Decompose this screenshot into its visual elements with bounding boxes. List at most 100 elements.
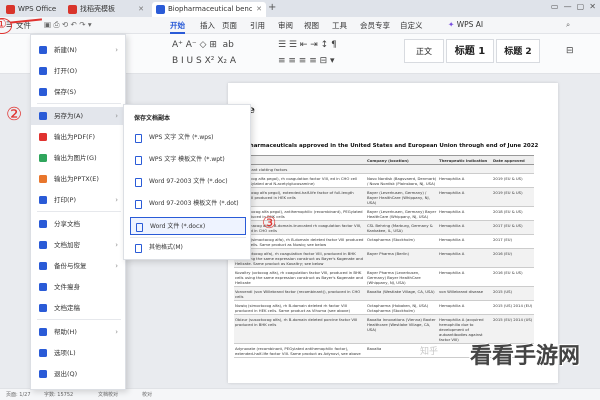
file-menu-item[interactable]: 文档加密 › [31,236,125,254]
table-cell-indication: Hemophilia A [438,187,492,207]
doc-file-icon [136,223,143,232]
file-item-icon [39,283,47,291]
menu-page[interactable]: 页面 [222,20,237,31]
file-item-label: 打印(P) [54,196,76,204]
quick-access-icons[interactable]: ▣ ⎙ ⟲ ↶ ↷ ▾ [44,20,92,30]
menu-review[interactable]: 审阅 [278,20,293,31]
close-icon[interactable]: ✕ [256,2,262,17]
table-cell-product: Vihuma (simoctocog alfa), rh B-domain de… [234,234,366,249]
table-cell-indication: Hemophilia A [438,248,492,268]
table-cell-indication: Hemophilia A [438,173,492,188]
menu-member[interactable]: 会员专享 [360,20,390,31]
table-cell-product: Iblias (octocog alfa), rh coagulation fa… [234,248,366,268]
file-item-label: 打开(O) [54,67,78,75]
save-format-label: Word 文件 (*.docx) [150,223,206,230]
save-format-item[interactable]: Word 97-2003 模板文件 (*.dot) [130,195,246,213]
close-icon[interactable]: ✕ [138,2,144,17]
file-menu-item[interactable]: 输出为图片(G) [31,149,125,167]
tab-wps-office[interactable]: WPS Office [2,2,62,17]
style-expand-icon[interactable]: ⊟ [566,46,574,56]
file-menu-item[interactable]: 文件瘦身 [31,278,125,296]
file-item-icon [39,154,47,162]
style-heading-2[interactable]: 标题 2 [496,39,540,63]
menu-tools[interactable]: 工具 [332,20,347,31]
proofread-button[interactable]: 文档校对 [98,391,118,398]
menu-view[interactable]: 视图 [304,20,319,31]
save-format-item[interactable]: WPS 文字 文件 (*.wps) [130,129,246,147]
new-tab-icon[interactable]: + [268,2,276,13]
section-row: ecombinant clotting factors [234,164,534,174]
table-cell-company: Novo Nordisk (Bagsvaerd, Denmark) / Novo… [366,173,438,188]
writer-doc-icon [156,5,165,14]
file-menu-item[interactable]: 打印(P) › [31,191,125,209]
table-cell-product: (Turoctocog alfa pegol), rh coagulation … [234,173,366,188]
annotation-arrow-2 [36,112,40,114]
table-cell-date: 2015 (US) [492,286,534,301]
font-format-icons[interactable]: A⁺ A⁻ ◇ ⊞ ab [172,40,234,50]
table-cell-product: Obizur (susoctocog alfa), rh B-domain de… [234,314,366,344]
table-row: Iblias (octocog alfa), rh coagulation fa… [234,248,534,268]
style-heading-1[interactable]: 标题 1 [446,39,494,63]
annotation-two: ② [6,104,23,125]
file-menu-item[interactable]: 保存(S) [31,83,125,101]
save-format-item[interactable]: Word 97-2003 文件 (*.doc) [130,173,246,191]
tab-document[interactable]: Biopharmaceutical benchmarks 2022 ✕ [152,2,266,17]
wps-ai-button[interactable]: ✦ WPS AI [448,20,483,29]
file-menu-item[interactable]: 选项(L) [31,344,125,362]
file-menu-item[interactable]: 输出为PPTX(E) [31,170,125,188]
file-menu-item[interactable]: 打开(O) [31,62,125,80]
table-cell-indication: von Willebrand disease [438,286,492,301]
submenu-title: 保存文档副本 [134,115,171,122]
file-item-label: 输出为图片(G) [54,154,97,162]
tab-template[interactable]: 找稻壳模板 ✕ [64,2,148,17]
table-cell-indication: Hemophilia A [438,234,492,249]
col-indication: Therapeutic indication [438,155,492,165]
chevron-right-icon: › [115,262,118,270]
tab-label: Biopharmaceutical benchmarks 2022 [168,5,252,13]
file-menu-item[interactable]: 输出为PDF(F) [31,128,125,146]
file-item-icon [39,370,47,378]
menu-divider [37,211,121,212]
table-cell-company: Bayer Pharma (Leverkusen, Germany) Bayer… [366,267,438,287]
text-style-icons[interactable]: B I U S X² X₂ A [172,56,236,66]
align-icons[interactable]: ≡ ≡ ≡ ≡ ⊟ ▾ [278,56,335,66]
search-icon[interactable]: ⌕ [566,20,570,30]
table-cell-indication: Hemophilia A [438,220,492,235]
window-controls[interactable]: ▭ — ▢ ✕ [551,2,596,11]
save-format-item[interactable]: 其他格式(M) [130,239,246,257]
table-cell-company: Bayer Pharma (Berlin) [366,248,438,268]
save-format-item[interactable]: Word 文件 (*.docx) [130,217,246,235]
file-item-icon [39,262,47,270]
menu-divider [130,237,246,238]
file-menu-item[interactable]: 退出(Q) [31,365,125,383]
file-menu-item[interactable]: 备份与恢复 › [31,257,125,275]
file-menu-item[interactable]: 分享文档 [31,215,125,233]
table-row: Nuwiq (simoctocog alfa), rh B-domain del… [234,300,534,315]
save-format-label: 其他格式(M) [149,244,183,251]
table-cell-date: 2018 (EU & US) [492,206,534,221]
file-menu-item[interactable]: 帮助(H) › [31,323,125,341]
paragraph-icons[interactable]: ☰ ☰ ⇤ ⇥ ↕ ¶ [278,40,337,50]
menu-home[interactable]: 开始 [170,20,185,34]
site-watermark: 看看手游网 [470,344,581,369]
file-menu-item[interactable]: 新建(N) › [31,41,125,59]
file-menu-item[interactable]: 文档定稿 [31,299,125,317]
table-cell-date: 2016 (EU & US) [492,267,534,287]
file-item-icon [39,133,47,141]
wps-logo-icon [6,5,15,14]
menu-insert[interactable]: 插入 [200,20,215,31]
file-item-icon [39,67,47,75]
check-button[interactable]: 校对 [142,391,152,398]
menu-custom[interactable]: 自定义 [400,20,423,31]
file-menu-item[interactable]: 另存为(A) › [31,107,125,125]
doc-file-icon [135,200,142,209]
file-item-icon [39,220,47,228]
table-row: (Eftrenonacog alfa), B-domain-truncated … [234,220,534,235]
save-format-item[interactable]: WPS 文字 模板文件 (*.wpt) [130,151,246,169]
word-count[interactable]: 字数: 15752 [44,391,73,398]
style-normal[interactable]: 正文 [404,39,444,63]
doc-file-icon [135,244,142,253]
menu-reference[interactable]: 引用 [250,20,265,31]
table-title: Biopharmaceuticals approved in the Unite… [236,143,539,149]
table-cell-product: (Simoctocog alfa pegol), extended-half-l… [234,187,366,207]
